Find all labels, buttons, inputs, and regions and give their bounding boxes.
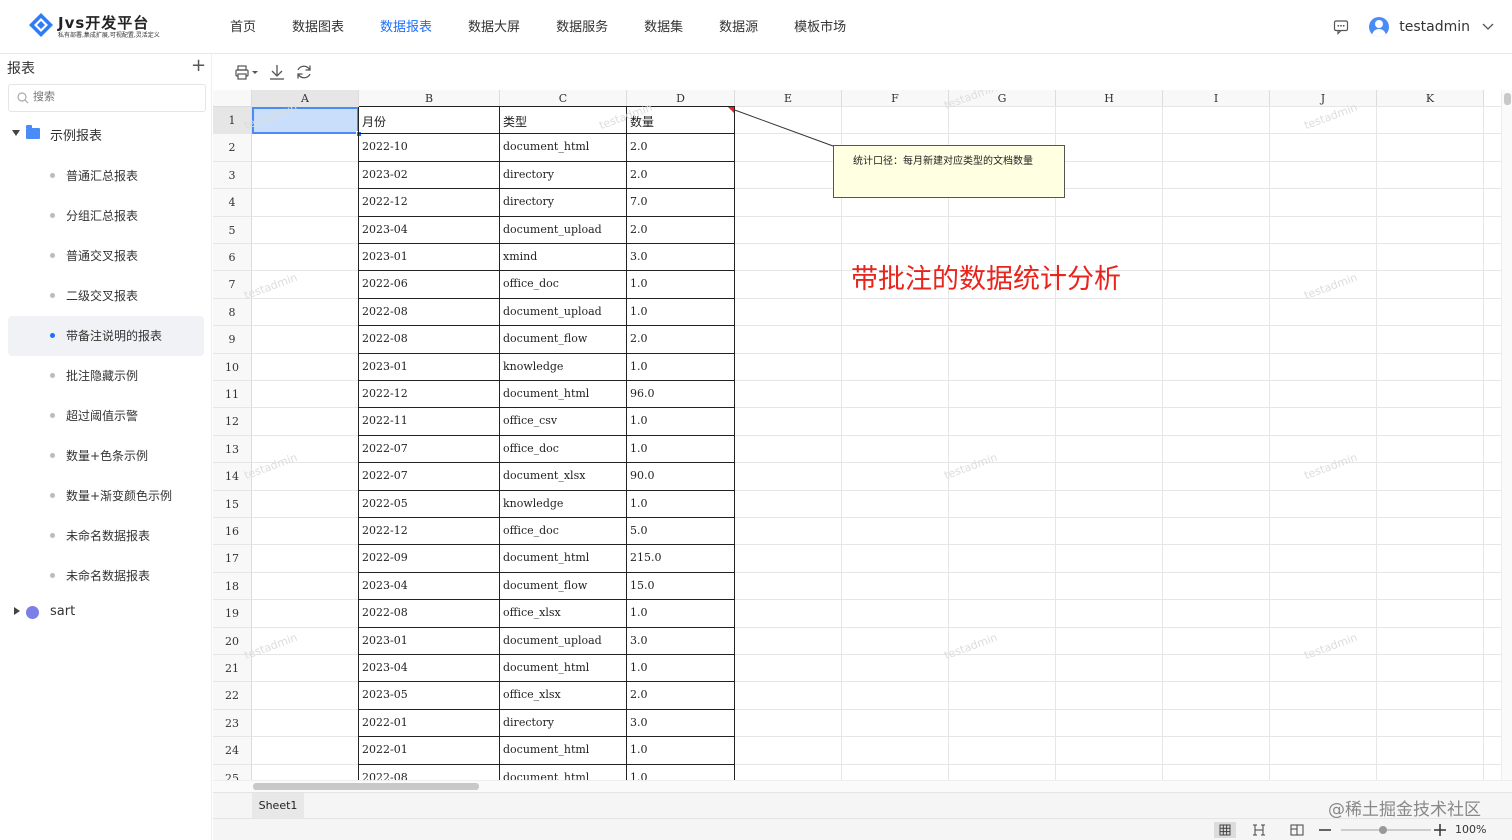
bullet-icon bbox=[50, 573, 55, 578]
nav-item[interactable]: 数据报表 bbox=[362, 0, 450, 54]
nav-item[interactable]: 数据集 bbox=[626, 0, 701, 54]
zoom-slider-handle[interactable] bbox=[1379, 826, 1387, 834]
nav-item[interactable]: 数据服务 bbox=[538, 0, 626, 54]
comment-line bbox=[731, 108, 834, 147]
refresh-icon[interactable] bbox=[294, 63, 314, 81]
sheet-tab-bar: Sheet1 bbox=[213, 792, 1512, 819]
zoom-in-icon[interactable] bbox=[1433, 823, 1447, 837]
search-input[interactable] bbox=[33, 90, 193, 103]
download-icon[interactable] bbox=[267, 63, 287, 81]
user-area: testadmin bbox=[1333, 0, 1494, 54]
zoom-level: 100% bbox=[1455, 823, 1487, 836]
status-bar: 100% bbox=[213, 818, 1512, 840]
bullet-icon bbox=[50, 173, 55, 178]
bullet-icon bbox=[50, 333, 55, 338]
zoom-out-icon[interactable] bbox=[1318, 823, 1332, 837]
sidebar-report-label: 分组汇总报表 bbox=[66, 209, 139, 223]
sidebar-report-item[interactable]: 二级交叉报表 bbox=[8, 276, 204, 316]
footer-watermark: @稀土掘金技术社区 bbox=[1328, 800, 1481, 820]
message-icon[interactable] bbox=[1333, 19, 1349, 35]
sidebar-title: 报表 bbox=[7, 61, 35, 77]
sidebar-report-item[interactable]: 数量+渐变颜色示例 bbox=[8, 476, 204, 516]
bullet-icon bbox=[50, 533, 55, 538]
horizontal-scroll-thumb[interactable] bbox=[253, 783, 479, 790]
nav-item[interactable]: 数据图表 bbox=[274, 0, 362, 54]
cell-comment[interactable]: 统计口径：每月新建对应类型的文档数量 bbox=[833, 145, 1065, 198]
bullet-icon bbox=[50, 213, 55, 218]
nav-item[interactable]: 模板市场 bbox=[776, 0, 864, 54]
sidebar-report-item[interactable]: 数量+色条示例 bbox=[8, 436, 204, 476]
main-nav: 首页 数据图表 数据报表 数据大屏 数据服务 数据集 数据源 模板市场 bbox=[212, 0, 864, 54]
nav-item[interactable]: 首页 bbox=[212, 0, 274, 54]
logo-subtitle: 私有部署,集成扩展,可视配置,灵活定义 bbox=[58, 32, 160, 39]
username[interactable]: testadmin bbox=[1399, 19, 1470, 35]
search-icon bbox=[17, 92, 29, 104]
sidebar-report-item[interactable]: 普通交叉报表 bbox=[8, 236, 204, 276]
sidebar-report-label: 超过阈值示警 bbox=[66, 409, 139, 423]
tree-group-sart[interactable]: sart bbox=[0, 597, 212, 633]
sidebar-report-label: 普通汇总报表 bbox=[66, 169, 139, 183]
report-toolbar bbox=[213, 54, 1512, 90]
horizontal-scrollbar[interactable] bbox=[213, 780, 1512, 792]
sidebar-report-item[interactable]: 分组汇总报表 bbox=[8, 196, 204, 236]
caret-right-icon[interactable] bbox=[14, 607, 20, 615]
comment-marker-icon[interactable] bbox=[728, 107, 734, 113]
folder-icon bbox=[26, 125, 40, 139]
sidebar-report-label: 二级交叉报表 bbox=[66, 289, 139, 303]
sidebar-report-label: 数量+渐变颜色示例 bbox=[66, 489, 173, 503]
app-logo[interactable]: Jvs开发平台 私有部署,集成扩展,可视配置,灵活定义 bbox=[28, 10, 188, 44]
logo-icon bbox=[29, 13, 53, 37]
tree-group-label: 示例报表 bbox=[50, 129, 103, 144]
add-report-icon[interactable]: + bbox=[191, 55, 206, 76]
sart-icon bbox=[26, 606, 39, 619]
sidebar-report-label: 普通交叉报表 bbox=[66, 249, 139, 263]
caret-down-icon[interactable] bbox=[12, 130, 20, 136]
sidebar-report-label: 未命名数据报表 bbox=[66, 529, 151, 543]
sheet-tab[interactable]: Sheet1 bbox=[252, 793, 304, 819]
tree-group-label: sart bbox=[50, 604, 76, 619]
bullet-icon bbox=[50, 493, 55, 498]
page-break-icon[interactable] bbox=[1286, 822, 1308, 838]
sidebar-report-item[interactable]: 批注隐藏示例 bbox=[8, 356, 204, 396]
chevron-down-icon[interactable] bbox=[1482, 23, 1494, 31]
sidebar: 报表 + 示例报表 普通汇总报表分组汇总报表普通交叉报表二级交叉报表带备注说明的… bbox=[0, 54, 212, 840]
search-box bbox=[8, 84, 206, 112]
bullet-icon bbox=[50, 253, 55, 258]
top-navigation-bar: Jvs开发平台 私有部署,集成扩展,可视配置,灵活定义 首页 数据图表 数据报表 数据… bbox=[0, 0, 1512, 54]
annotation-text: 带批注的数据统计分析 bbox=[851, 264, 1121, 295]
sidebar-report-item[interactable]: 未命名数据报表 bbox=[8, 556, 204, 596]
sidebar-report-label: 数量+色条示例 bbox=[66, 449, 149, 463]
page-layout-icon[interactable] bbox=[1248, 822, 1270, 838]
sidebar-report-label: 未命名数据报表 bbox=[66, 569, 151, 583]
bullet-icon bbox=[50, 453, 55, 458]
nav-item[interactable]: 数据源 bbox=[701, 0, 776, 54]
nav-item[interactable]: 数据大屏 bbox=[450, 0, 538, 54]
sidebar-report-label: 带备注说明的报表 bbox=[66, 329, 163, 343]
sidebar-report-item[interactable]: 带备注说明的报表 bbox=[8, 316, 204, 356]
tree-group-examples[interactable]: 示例报表 bbox=[0, 118, 212, 154]
sidebar-report-item[interactable]: 普通汇总报表 bbox=[8, 156, 204, 196]
normal-view-icon[interactable] bbox=[1214, 822, 1236, 838]
printer-icon[interactable] bbox=[233, 63, 261, 81]
vertical-scroll-thumb[interactable] bbox=[1504, 93, 1511, 105]
bullet-icon bbox=[50, 293, 55, 298]
sidebar-report-label: 批注隐藏示例 bbox=[66, 369, 139, 383]
bullet-icon bbox=[50, 413, 55, 418]
user-avatar[interactable] bbox=[1369, 17, 1390, 37]
vertical-scrollbar[interactable] bbox=[1501, 90, 1512, 780]
sidebar-report-item[interactable]: 未命名数据报表 bbox=[8, 516, 204, 556]
spreadsheet-grid[interactable]: A B C D E F G H I J K 1 2 3 4 5 6 7 8 9 10 11 12 13 14 15 16 17 18 19… bbox=[213, 90, 1501, 780]
bullet-icon bbox=[50, 373, 55, 378]
sidebar-report-item[interactable]: 超过阈值示警 bbox=[8, 396, 204, 436]
